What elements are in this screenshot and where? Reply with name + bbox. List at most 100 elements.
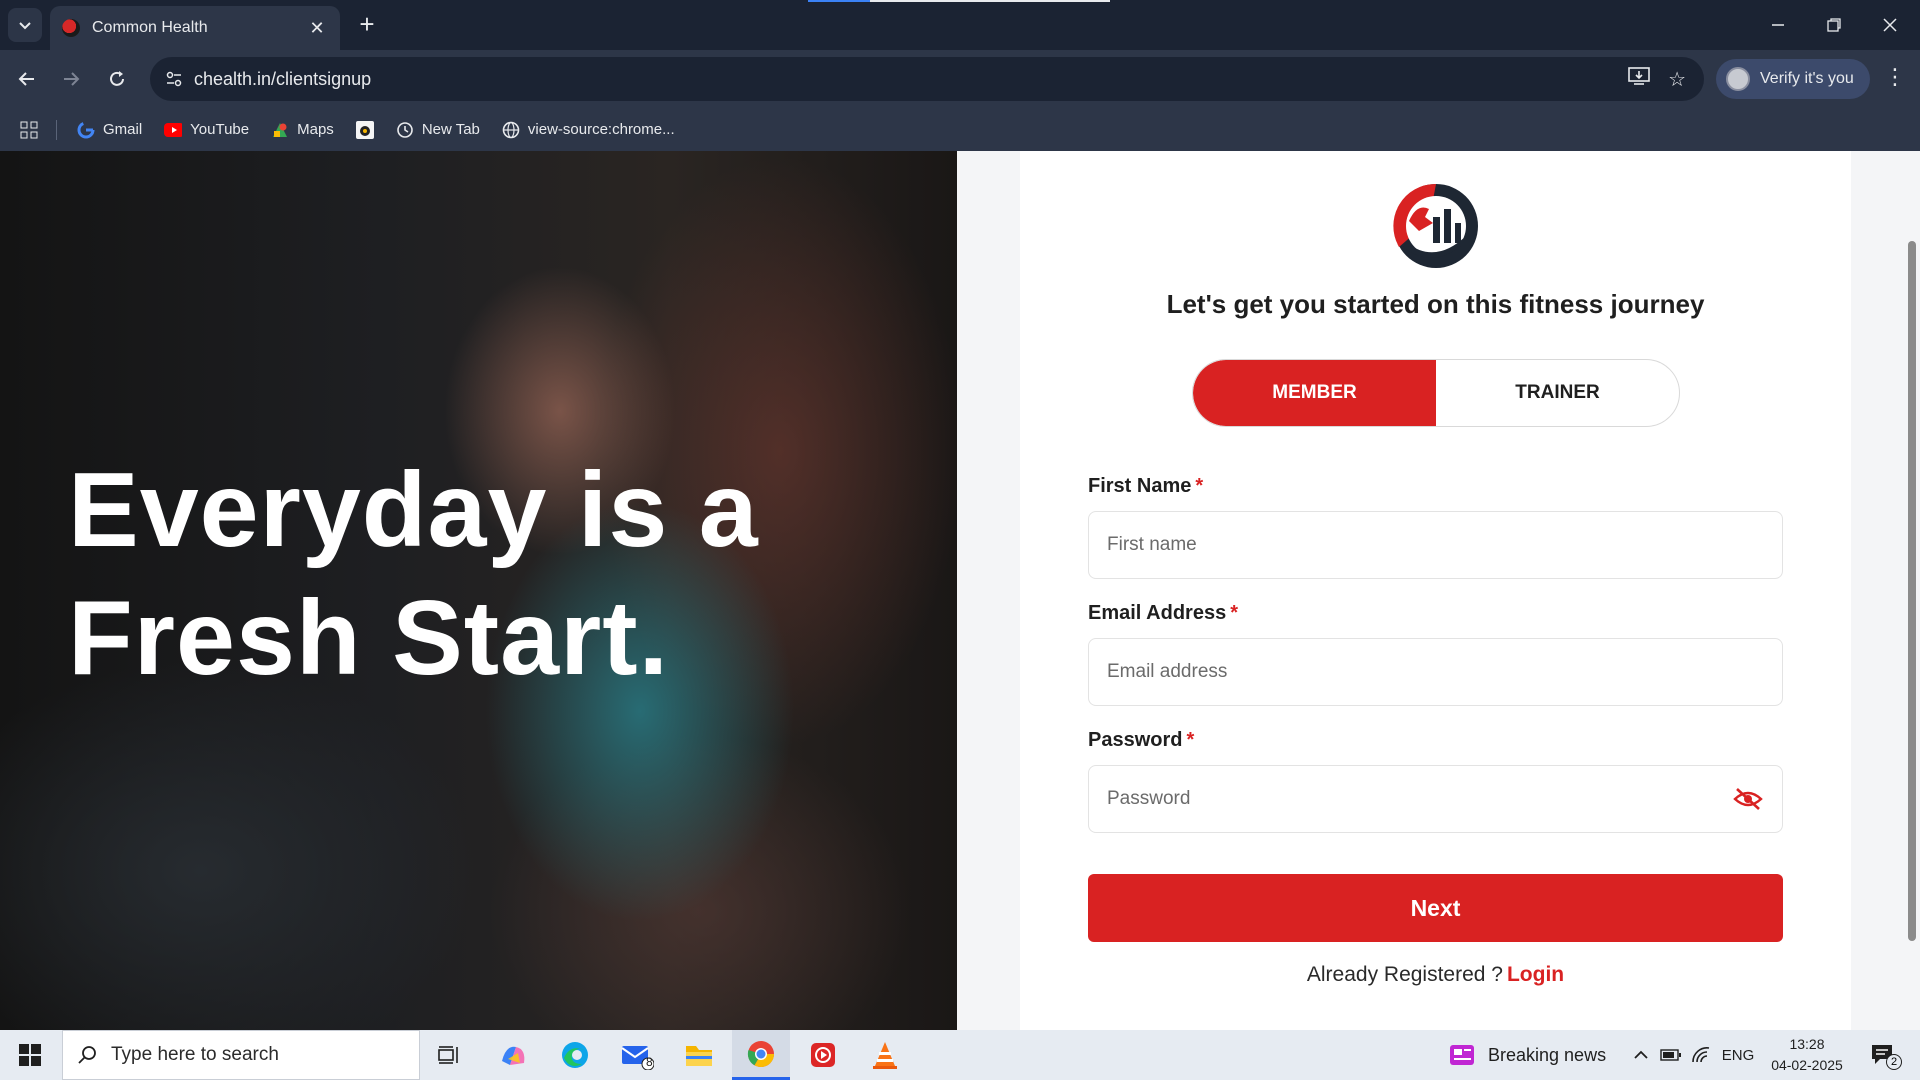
globe-icon — [502, 121, 520, 139]
windows-taskbar: Type here to search 8 Breaking news ENG … — [0, 1030, 1920, 1080]
language-indicator[interactable]: ENG — [1718, 1030, 1758, 1080]
browser-menu-icon[interactable]: ⋮ — [1880, 64, 1910, 90]
edge-icon — [562, 1042, 588, 1068]
email-input[interactable] — [1107, 661, 1764, 683]
bookmark-view-source[interactable]: view-source:chrome... — [502, 121, 675, 139]
network-status[interactable] — [1688, 1030, 1714, 1080]
notification-center-button[interactable]: 2 — [1866, 1040, 1902, 1070]
bookmark-maps[interactable]: Maps — [271, 121, 334, 139]
browser-toolbar: chealth.in/clientsignup ☆ Verify it's yo… — [0, 50, 1920, 108]
tab-search-button[interactable] — [8, 8, 42, 42]
email-field[interactable] — [1088, 638, 1783, 706]
minimize-button[interactable] — [1750, 0, 1806, 50]
chrome-icon — [747, 1040, 775, 1067]
restore-button[interactable] — [1806, 0, 1862, 50]
first-name-label-text: First Name — [1088, 475, 1192, 497]
vlc-app[interactable] — [856, 1030, 914, 1080]
toggle-password-visibility-icon[interactable] — [1732, 783, 1764, 815]
taskbar-search-box[interactable]: Type here to search — [62, 1030, 420, 1080]
hero-title-line-1: Everyday is a — [68, 451, 759, 569]
arrow-left-icon — [18, 72, 34, 86]
mail-badge: 8 — [646, 1055, 653, 1069]
show-hidden-icons[interactable] — [1628, 1030, 1654, 1080]
install-app-icon[interactable] — [1628, 66, 1650, 92]
site-info-icon[interactable] — [154, 57, 194, 101]
copilot-icon — [502, 1046, 525, 1065]
search-icon — [78, 1046, 96, 1064]
address-bar[interactable]: chealth.in/clientsignup ☆ — [150, 57, 1704, 101]
restore-icon — [1827, 18, 1841, 32]
edge-app[interactable] — [546, 1030, 604, 1080]
first-name-input[interactable] — [1107, 534, 1764, 556]
bookmark-youtube[interactable]: YouTube — [164, 121, 249, 139]
battery-status[interactable] — [1658, 1030, 1684, 1080]
news-widget[interactable]: Breaking news — [1448, 1030, 1606, 1080]
member-tab[interactable]: MEMBER — [1193, 360, 1436, 426]
trainer-tab[interactable]: TRAINER — [1436, 360, 1679, 426]
start-button[interactable] — [0, 1030, 60, 1080]
reload-button[interactable] — [102, 64, 132, 94]
youtube-icon — [164, 121, 183, 139]
password-label: Password * — [1088, 729, 1194, 752]
minimize-icon — [1772, 24, 1784, 26]
notification-count: 2 — [1886, 1054, 1902, 1070]
history-icon — [396, 121, 414, 139]
email-label: Email Address * — [1088, 602, 1238, 625]
chevron-down-icon — [19, 22, 31, 30]
next-button[interactable]: Next — [1088, 874, 1783, 942]
first-name-field[interactable] — [1088, 511, 1783, 579]
arrow-right-icon — [64, 72, 80, 86]
copilot-app[interactable] — [484, 1030, 542, 1080]
media-player-icon — [811, 1043, 835, 1067]
google-icon — [77, 121, 95, 139]
folder-icon — [686, 1046, 712, 1066]
new-tab-button[interactable]: + — [352, 10, 382, 40]
url-text[interactable]: chealth.in/clientsignup — [194, 69, 1628, 90]
required-marker: * — [1186, 729, 1195, 751]
bookmark-star-icon[interactable]: ☆ — [1668, 67, 1686, 92]
apps-grid-icon — [20, 121, 38, 139]
apps-button[interactable] — [20, 121, 38, 139]
bookmark-label: Gmail — [103, 121, 143, 138]
browser-tab-bar: Common Health ✕ + — [0, 0, 1920, 50]
login-link[interactable]: Login — [1507, 963, 1564, 986]
task-view-button[interactable] — [420, 1030, 478, 1080]
hero-title: Everyday is a Fresh Start. — [68, 446, 868, 702]
bookmark-app-icon — [355, 120, 374, 139]
bookmark-gmail[interactable]: Gmail — [77, 121, 142, 139]
forward-button[interactable] — [56, 64, 86, 94]
media-app[interactable] — [794, 1030, 852, 1080]
web-page: Everyday is a Fresh Start. Let's get you… — [0, 151, 1920, 1030]
taskbar-search-placeholder: Type here to search — [111, 1044, 279, 1065]
tab-title: Common Health — [92, 19, 208, 36]
chrome-app[interactable] — [732, 1030, 790, 1080]
required-marker: * — [1195, 475, 1204, 497]
role-toggle: MEMBER TRAINER — [1192, 359, 1680, 427]
email-label-text: Email Address — [1088, 602, 1227, 624]
file-explorer-app[interactable] — [670, 1030, 728, 1080]
verify-profile-button[interactable]: Verify it's you — [1716, 59, 1870, 99]
close-window-button[interactable] — [1862, 0, 1918, 50]
close-tab-icon[interactable]: ✕ — [306, 18, 328, 39]
clock-time: 13:28 — [1789, 1036, 1825, 1052]
avatar — [1726, 67, 1750, 91]
chevron-up-icon — [1634, 1050, 1648, 1059]
required-marker: * — [1230, 602, 1238, 624]
site-favicon-icon — [62, 19, 80, 37]
back-button[interactable] — [12, 64, 42, 94]
system-clock[interactable]: 13:28 04-02-2025 — [1762, 1034, 1852, 1076]
hero-title-line-2: Fresh Start. — [68, 579, 670, 697]
bookmark-label: Maps — [297, 121, 334, 138]
signup-heading: Let's get you started on this fitness jo… — [1166, 289, 1705, 319]
news-label: Breaking news — [1488, 1044, 1607, 1065]
password-field[interactable] — [1088, 765, 1783, 833]
bookmark-new-tab[interactable]: New Tab — [396, 121, 480, 139]
browser-tab[interactable]: Common Health ✕ — [50, 6, 340, 50]
bookmark-label: New Tab — [421, 121, 480, 138]
maps-icon — [271, 121, 289, 139]
mail-app[interactable]: 8 — [608, 1030, 666, 1080]
bookmark-app[interactable] — [355, 120, 374, 139]
password-input[interactable] — [1107, 788, 1732, 810]
page-scrollbar[interactable] — [1908, 241, 1916, 941]
first-name-label: First Name * — [1088, 475, 1203, 498]
